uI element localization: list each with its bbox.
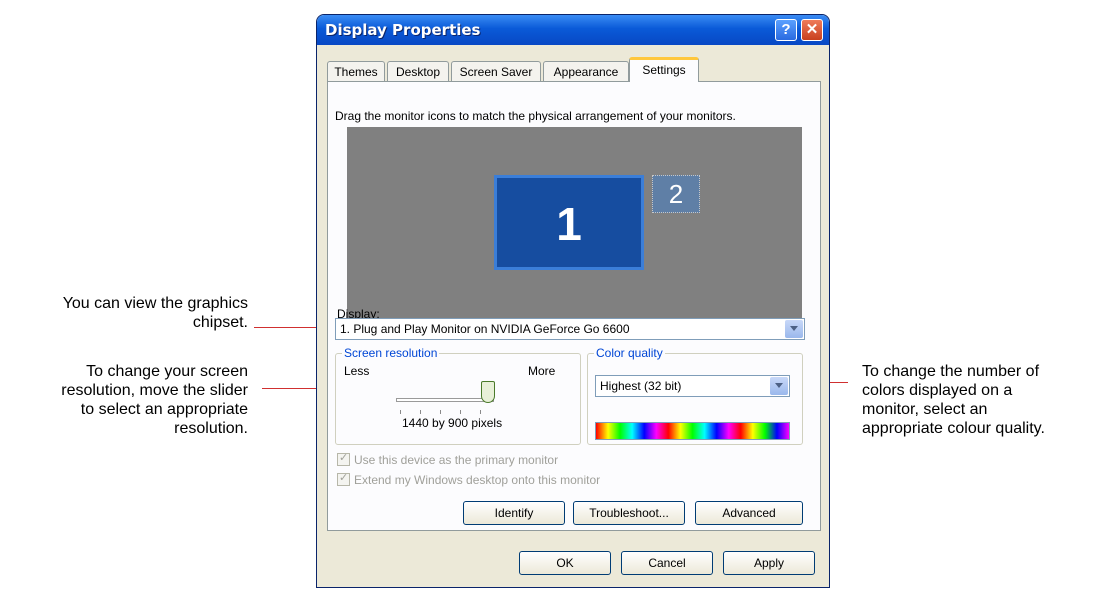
annotation-line: To change your screen — [86, 363, 248, 380]
chevron-down-icon[interactable] — [770, 377, 788, 395]
tab-screen-saver[interactable]: Screen Saver — [451, 61, 541, 81]
annotation-color-quality: To change the number of colors displayed… — [862, 362, 1045, 438]
help-button[interactable]: ? — [775, 19, 797, 41]
window-title: Display Properties — [325, 21, 481, 39]
annotation-line: resolution, move the slider — [61, 382, 248, 399]
tab-themes[interactable]: Themes — [327, 61, 385, 81]
annotation-line: colors displayed on a — [862, 382, 1013, 399]
display-select[interactable]: 1. Plug and Play Monitor on NVIDIA GeFor… — [335, 318, 805, 340]
apply-button[interactable]: Apply — [723, 551, 815, 575]
annotation-line: resolution. — [174, 420, 248, 437]
slider-more-label: More — [528, 364, 556, 378]
color-quality-select[interactable]: Highest (32 bit) — [595, 375, 790, 397]
annotation-graphics-chipset: You can view the graphics chipset. — [63, 294, 248, 332]
extend-desktop-checkbox[interactable]: Extend my Windows desktop onto this moni… — [337, 471, 601, 487]
slider-less-label: Less — [344, 364, 370, 378]
tab-desktop[interactable]: Desktop — [387, 61, 449, 81]
annotation-screen-resolution: To change your screen resolution, move t… — [61, 362, 248, 438]
annotation-line: monitor, select an — [862, 401, 988, 418]
color-quality-label: Color quality — [594, 346, 665, 360]
monitor-arrangement-area: 1 2 — [347, 127, 802, 321]
monitor-1-icon[interactable]: 1 — [494, 175, 644, 270]
primary-monitor-checkbox[interactable]: Use this device as the primary monitor — [337, 451, 559, 467]
slider-track[interactable] — [396, 398, 494, 402]
color-spectrum-bar — [595, 422, 790, 440]
annotation-line: appropriate colour quality. — [862, 420, 1045, 437]
annotation-line: to select an appropriate — [80, 401, 248, 418]
screen-resolution-label: Screen resolution — [342, 346, 440, 360]
ok-button[interactable]: OK — [519, 551, 611, 575]
color-quality-value: Highest (32 bit) — [600, 379, 682, 393]
display-select-value: 1. Plug and Play Monitor on NVIDIA GeFor… — [340, 322, 630, 336]
advanced-button[interactable]: Advanced — [695, 501, 803, 525]
title-bar[interactable]: Display Properties ? ✕ — [317, 15, 829, 45]
identify-button[interactable]: Identify — [463, 501, 565, 525]
display-properties-window: Display Properties ? ✕ Themes Desktop Sc… — [316, 14, 830, 588]
chevron-down-icon[interactable] — [785, 320, 803, 338]
checkbox-icon[interactable] — [337, 471, 350, 486]
tab-settings[interactable]: Settings — [629, 57, 699, 82]
tab-appearance[interactable]: Appearance — [543, 61, 629, 81]
slider-thumb[interactable] — [481, 381, 495, 403]
extend-desktop-label: Extend my Windows desktop onto this moni… — [354, 473, 601, 487]
annotation-line: You can view the graphics — [62, 295, 248, 312]
troubleshoot-button[interactable]: Troubleshoot... — [573, 501, 685, 525]
monitor-2-icon[interactable]: 2 — [652, 175, 700, 213]
primary-monitor-label: Use this device as the primary monitor — [354, 453, 559, 467]
annotation-line: To change the number of — [862, 363, 1040, 380]
cancel-button[interactable]: Cancel — [621, 551, 713, 575]
instruction-text: Drag the monitor icons to match the phys… — [335, 109, 736, 123]
annotation-line: chipset. — [192, 314, 248, 331]
screen-resolution-group: Screen resolution Less More 1440 by 900 … — [335, 346, 581, 445]
close-button[interactable]: ✕ — [801, 19, 823, 41]
checkbox-icon[interactable] — [337, 451, 350, 466]
resolution-value-text: 1440 by 900 pixels — [402, 416, 503, 430]
